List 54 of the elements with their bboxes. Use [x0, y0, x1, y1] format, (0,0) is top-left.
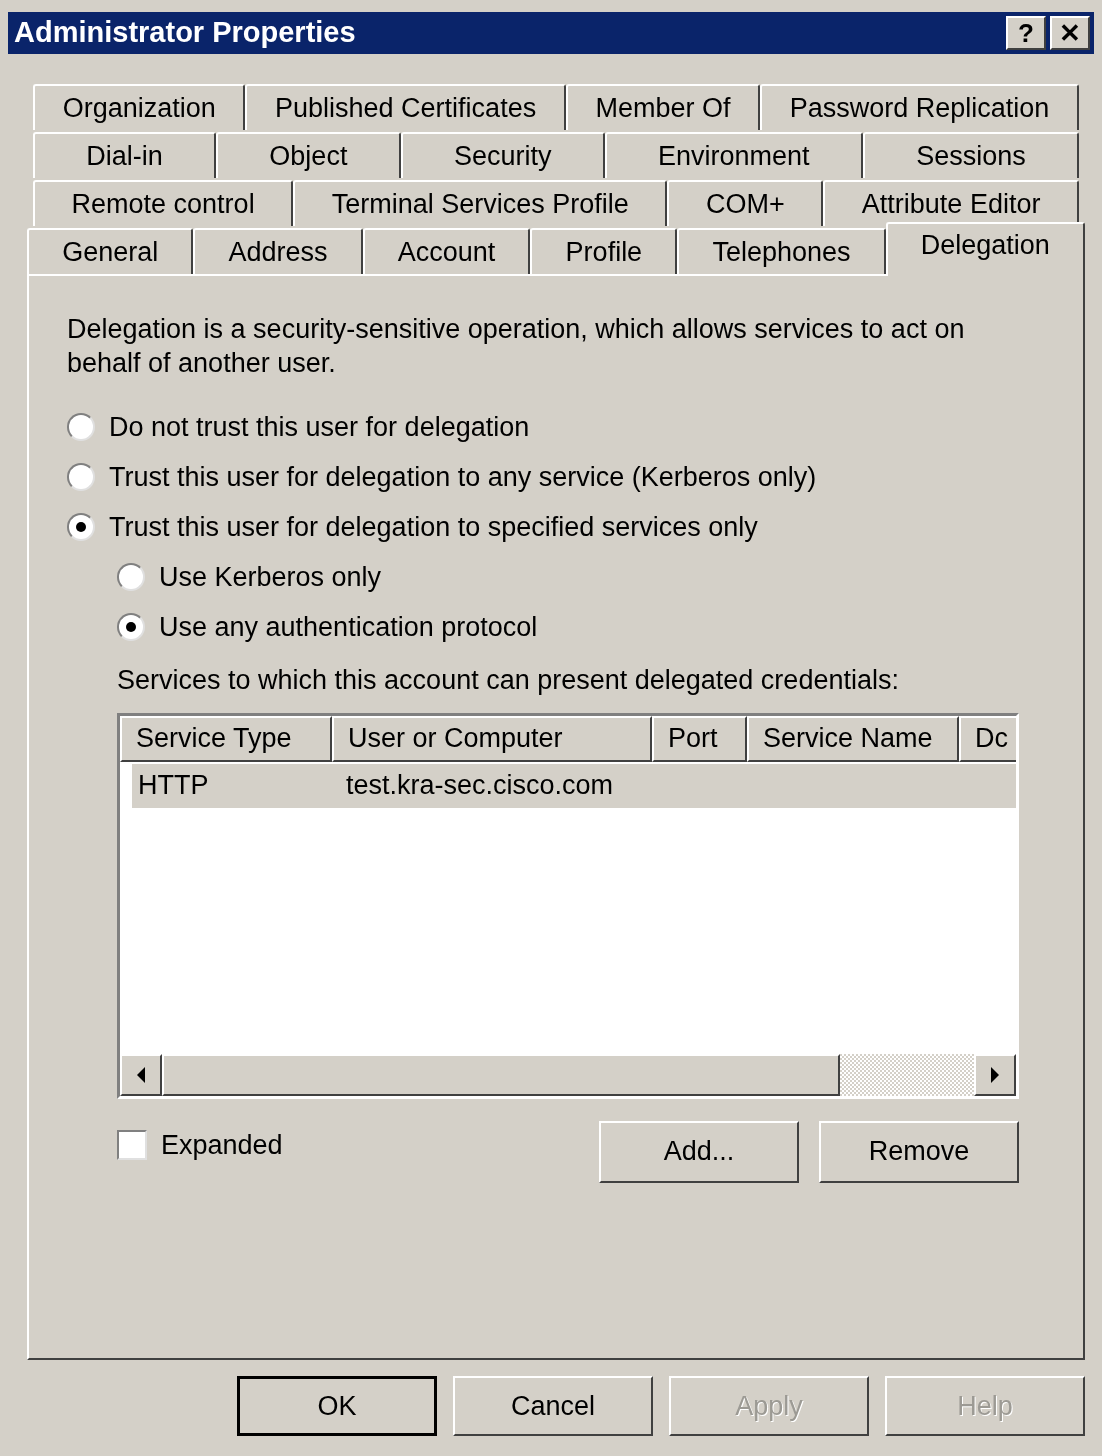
- column-header[interactable]: Service Name: [747, 715, 959, 762]
- help-button[interactable]: ?: [1006, 16, 1046, 50]
- column-header[interactable]: User or Computer: [332, 715, 652, 762]
- tab[interactable]: General: [27, 228, 194, 274]
- tab[interactable]: Sessions: [862, 132, 1079, 178]
- radio-label: Use Kerberos only: [159, 560, 382, 594]
- tab[interactable]: Delegation: [885, 222, 1086, 276]
- radio-label: Use any authentication protocol: [159, 610, 538, 644]
- radio-button[interactable]: [67, 413, 95, 441]
- radio-button[interactable]: [67, 513, 95, 541]
- tab[interactable]: Password Replication: [760, 84, 1079, 130]
- window-title: Administrator Properties: [14, 15, 356, 51]
- table-cell-text: test.kra-sec.cisco.com: [345, 769, 615, 803]
- tab[interactable]: Member Of: [565, 84, 761, 130]
- horizontal-scrollbar[interactable]: [120, 1053, 1016, 1096]
- radio-label: Do not trust this user for delegation: [109, 410, 530, 444]
- table-row[interactable]: HTTP test.kra-sec.cisco.com: [132, 763, 1016, 808]
- column-header[interactable]: Port: [652, 715, 747, 762]
- radio-button[interactable]: [117, 563, 145, 591]
- scroll-right-button[interactable]: [974, 1053, 1016, 1096]
- tab[interactable]: Dial-in: [33, 132, 217, 178]
- checkbox-label: Expanded: [161, 1128, 283, 1162]
- checkbox[interactable]: [117, 1129, 147, 1160]
- scrollbar-thumb[interactable]: [162, 1053, 840, 1096]
- tab[interactable]: Object: [216, 132, 401, 178]
- table-cell-text: HTTP: [137, 769, 210, 803]
- tab[interactable]: Terminal Services Profile: [293, 180, 668, 226]
- dialog-button[interactable]: OK: [237, 1376, 437, 1436]
- dialog-button[interactable]: Remove: [819, 1120, 1019, 1183]
- scroll-left-button[interactable]: [120, 1053, 162, 1096]
- description-text: Delegation is a security-sensitive operation, which allows services to act on behalf of another user.: [67, 313, 966, 380]
- radio-label: Trust this user for delegation to specified services only: [109, 510, 758, 544]
- tab[interactable]: Security: [400, 132, 605, 178]
- column-header[interactable]: Service Type: [120, 715, 332, 762]
- tab[interactable]: COM+: [667, 180, 824, 226]
- tab[interactable]: Profile: [530, 228, 678, 274]
- tab[interactable]: Attribute Editor: [823, 180, 1079, 226]
- tab[interactable]: Environment: [604, 132, 863, 178]
- radio-label: Trust this user for delegation to any service (Kerberos only): [109, 460, 817, 494]
- tab[interactable]: Organization: [33, 84, 246, 130]
- radio-button[interactable]: [67, 463, 95, 491]
- tab[interactable]: Published Certificates: [245, 84, 566, 130]
- tab[interactable]: Telephones: [677, 228, 886, 274]
- dialog-button[interactable]: Add...: [599, 1120, 799, 1183]
- left-arrow-icon: [136, 1066, 146, 1083]
- right-arrow-icon: [990, 1066, 1000, 1083]
- column-header[interactable]: Dc: [959, 715, 1016, 762]
- tab[interactable]: Account: [362, 228, 531, 274]
- services-label: Services to which this account can present delegated credentials:: [117, 664, 900, 697]
- tab[interactable]: Remote control: [33, 180, 294, 226]
- tab[interactable]: Address: [193, 228, 363, 274]
- radio-button[interactable]: [117, 613, 145, 641]
- close-button[interactable]: ✕: [1050, 16, 1090, 50]
- dialog-button[interactable]: Cancel: [453, 1376, 653, 1436]
